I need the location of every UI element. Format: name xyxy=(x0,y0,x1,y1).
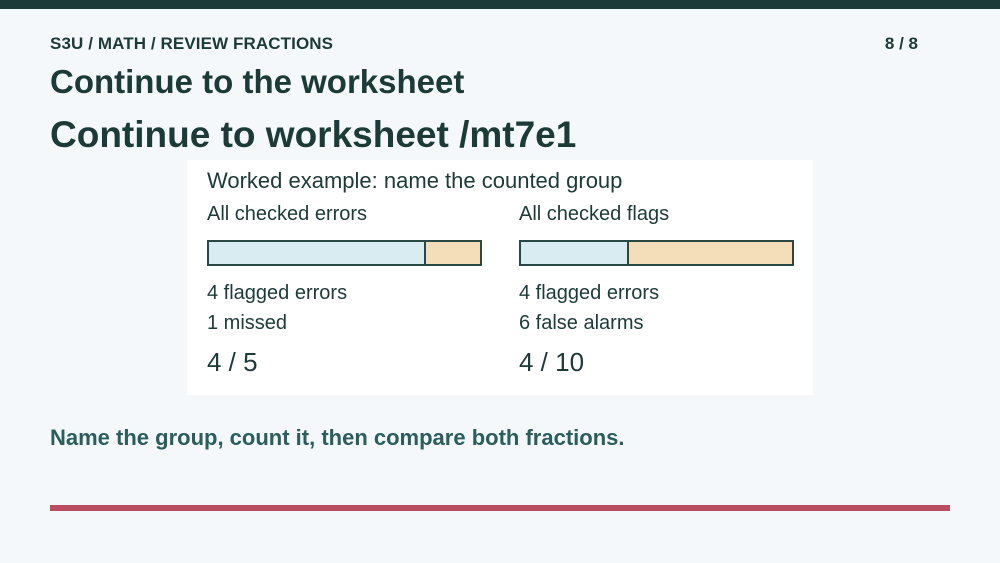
example-right-column: All checked flags 4 flagged errors 6 fal… xyxy=(519,160,799,395)
example-left-column: All checked errors 4 flagged errors 1 mi… xyxy=(207,160,487,395)
worked-example-card: Worked example: name the counted group A… xyxy=(187,160,813,395)
left-fraction-bar xyxy=(207,240,482,266)
right-group-label: All checked flags xyxy=(519,203,670,225)
left-counted-segment xyxy=(209,242,426,264)
left-group-label: All checked errors xyxy=(207,203,368,225)
right-count-line: 4 flagged errors xyxy=(519,282,660,304)
bottom-rule xyxy=(50,505,950,511)
page-subtitle: Continue to worksheet /mt7e1 xyxy=(50,114,577,155)
right-other-line: 6 false alarms xyxy=(519,312,644,334)
page-counter: 8 / 8 xyxy=(884,34,918,53)
top-bar xyxy=(0,0,1000,9)
left-remaining-segment xyxy=(425,242,480,264)
left-other-line: 1 missed xyxy=(207,312,288,334)
instruction-text: Name the group, count it, then compare b… xyxy=(50,425,625,450)
right-fraction-bar xyxy=(519,240,794,266)
right-remaining-segment xyxy=(629,242,792,264)
breadcrumb: S3U / MATH / REVIEW FRACTIONS xyxy=(50,34,334,53)
left-fraction: 4 / 5 xyxy=(207,347,258,377)
right-fraction: 4 / 10 xyxy=(519,347,585,377)
right-counted-segment xyxy=(521,242,630,264)
page-title: Continue to the worksheet xyxy=(50,63,465,100)
left-count-line: 4 flagged errors xyxy=(207,282,348,304)
